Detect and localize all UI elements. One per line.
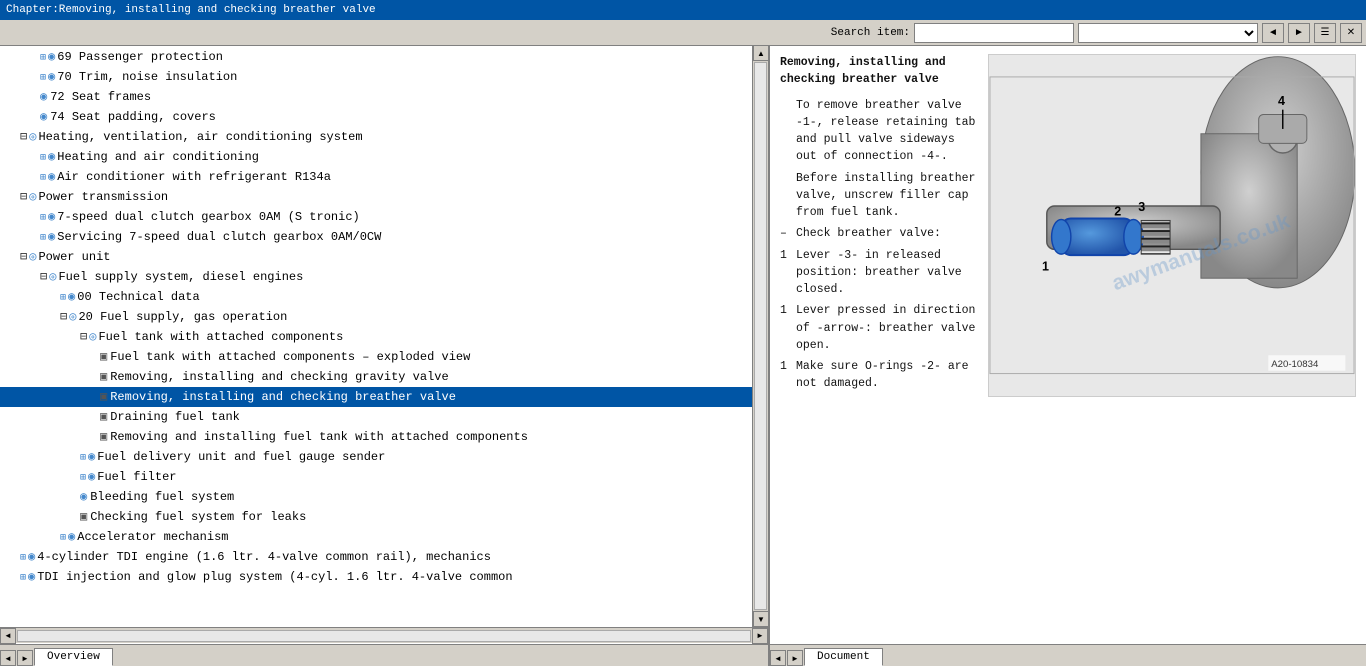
tree-item-t22[interactable]: ⊞◉Fuel filter: [0, 467, 752, 487]
svg-text:3: 3: [1138, 200, 1145, 214]
content-paragraph: 1Lever pressed in direction of -arrow-: …: [780, 302, 980, 354]
left-panel: ⊞◉69 Passenger protection⊞◉70 Trim, nois…: [0, 46, 770, 644]
search-input[interactable]: [914, 23, 1074, 43]
tab-overview[interactable]: Overview: [34, 648, 113, 666]
tree-item-t26[interactable]: ⊞◉4-cylinder TDI engine (1.6 ltr. 4-valv…: [0, 547, 752, 567]
tree-item-t12[interactable]: ⊟◎Fuel supply system, diesel engines: [0, 267, 752, 287]
main-layout: ⊞◉69 Passenger protection⊞◉70 Trim, nois…: [0, 46, 1366, 644]
tree-with-scroll: ⊞◉69 Passenger protection⊞◉70 Trim, nois…: [0, 46, 768, 627]
bottom-left: ◄ ► Overview: [0, 645, 770, 666]
hscroll-right-btn[interactable]: ►: [752, 628, 768, 644]
tree-item-t13[interactable]: ⊞◉00 Technical data: [0, 287, 752, 307]
title-bar: Chapter:Removing, installing and checkin…: [0, 0, 1366, 20]
search-next-btn[interactable]: ►: [1288, 23, 1310, 43]
vscroll-up-btn[interactable]: ▲: [753, 46, 768, 61]
right-nav-prev-btn[interactable]: ◄: [770, 650, 786, 666]
tree-item-t1[interactable]: ⊞◉69 Passenger protection: [0, 47, 752, 67]
svg-text:2: 2: [1114, 205, 1121, 219]
search-prev-btn[interactable]: ◄: [1262, 23, 1284, 43]
svg-text:1: 1: [1042, 260, 1049, 274]
tree-item-t10[interactable]: ⊞◉Servicing 7-speed dual clutch gearbox …: [0, 227, 752, 247]
tree-item-t7[interactable]: ⊞◉Air conditioner with refrigerant R134a: [0, 167, 752, 187]
tree-item-t3[interactable]: ◉72 Seat frames: [0, 87, 752, 107]
tree-item-t14[interactable]: ⊟◎20 Fuel supply, gas operation: [0, 307, 752, 327]
toolbar-close-btn[interactable]: ✕: [1340, 23, 1362, 43]
tree-item-t8[interactable]: ⊟◎Power transmission: [0, 187, 752, 207]
svg-text:A20-10834: A20-10834: [1271, 359, 1319, 370]
content-paragraph: Before installing breather valve, unscre…: [780, 170, 980, 222]
tree-item-t15[interactable]: ⊟◎Fuel tank with attached components: [0, 327, 752, 347]
content-paragraph: 1Lever -3- in released position: breathe…: [780, 247, 980, 299]
hscroll-left-btn[interactable]: ◄: [0, 628, 16, 644]
right-nav-next-btn[interactable]: ►: [787, 650, 803, 666]
right-panel: Removing, installing and checking breath…: [770, 46, 1366, 644]
tree-item-t17[interactable]: ▣Removing, installing and checking gravi…: [0, 367, 752, 387]
bottom-bar: ◄ ► Overview ◄ ► Document: [0, 644, 1366, 666]
tree-item-t25[interactable]: ⊞◉Accelerator mechanism: [0, 527, 752, 547]
nav-prev-btn[interactable]: ◄: [0, 650, 16, 666]
nav-next-btn[interactable]: ►: [17, 650, 33, 666]
svg-text:4: 4: [1278, 94, 1285, 108]
vscroll-down-btn[interactable]: ▼: [753, 611, 768, 627]
content-paragraph: To remove breather valve -1-, release re…: [780, 97, 980, 166]
content-title: Removing, installing and checking breath…: [780, 54, 980, 89]
tree-item-t5[interactable]: ⊟◎Heating, ventilation, air conditioning…: [0, 127, 752, 147]
tree-container[interactable]: ⊞◉69 Passenger protection⊞◉70 Trim, nois…: [0, 46, 752, 627]
search-dropdown[interactable]: [1078, 23, 1258, 43]
tree-item-t19[interactable]: ▣Draining fuel tank: [0, 407, 752, 427]
tree-item-t9[interactable]: ⊞◉7-speed dual clutch gearbox 0AM (S tro…: [0, 207, 752, 227]
search-label: Search item:: [831, 27, 910, 39]
tree-item-t23[interactable]: ◉Bleeding fuel system: [0, 487, 752, 507]
tree-item-t20[interactable]: ▣Removing and installing fuel tank with …: [0, 427, 752, 447]
tab-document[interactable]: Document: [804, 648, 883, 666]
left-hscroll: ◄ ►: [0, 627, 768, 643]
tree-item-t16[interactable]: ▣Fuel tank with attached components – ex…: [0, 347, 752, 367]
toolbar-menu-btn[interactable]: ☰: [1314, 23, 1336, 43]
technical-image: 1 2 3 4 awymanuals.co.uk A20-10834: [989, 55, 1355, 396]
hscroll-track: [17, 630, 751, 642]
tree-item-t6[interactable]: ⊞◉Heating and air conditioning: [0, 147, 752, 167]
content-with-image: Removing, installing and checking breath…: [780, 54, 1356, 397]
tree-item-t27[interactable]: ⊞◉TDI injection and glow plug system (4-…: [0, 567, 752, 587]
tree-item-t2[interactable]: ⊞◉70 Trim, noise insulation: [0, 67, 752, 87]
tree-item-t4[interactable]: ◉74 Seat padding, covers: [0, 107, 752, 127]
bottom-right: ◄ ► Document: [770, 645, 1366, 666]
tree-item-t21[interactable]: ⊞◉Fuel delivery unit and fuel gauge send…: [0, 447, 752, 467]
content-paragraph: 1Make sure O-rings -2- are not damaged.: [780, 358, 980, 393]
image-area: 1 2 3 4 awymanuals.co.uk A20-10834: [988, 54, 1356, 397]
toolbar: Search item: ◄ ► ☰ ✕: [0, 20, 1366, 46]
text-content: Removing, installing and checking breath…: [780, 54, 980, 397]
tree-item-t11[interactable]: ⊟◎Power unit: [0, 247, 752, 267]
tree-item-t24[interactable]: ▣Checking fuel system for leaks: [0, 507, 752, 527]
title-text: Chapter:Removing, installing and checkin…: [6, 4, 376, 16]
tree-item-t18[interactable]: ▣Removing, installing and checking breat…: [0, 387, 752, 407]
left-vscroll: ▲ ▼: [752, 46, 768, 627]
content-area: Removing, installing and checking breath…: [770, 46, 1366, 644]
vscroll-track: [754, 62, 767, 610]
content-paragraph: –Check breather valve:: [780, 225, 980, 242]
